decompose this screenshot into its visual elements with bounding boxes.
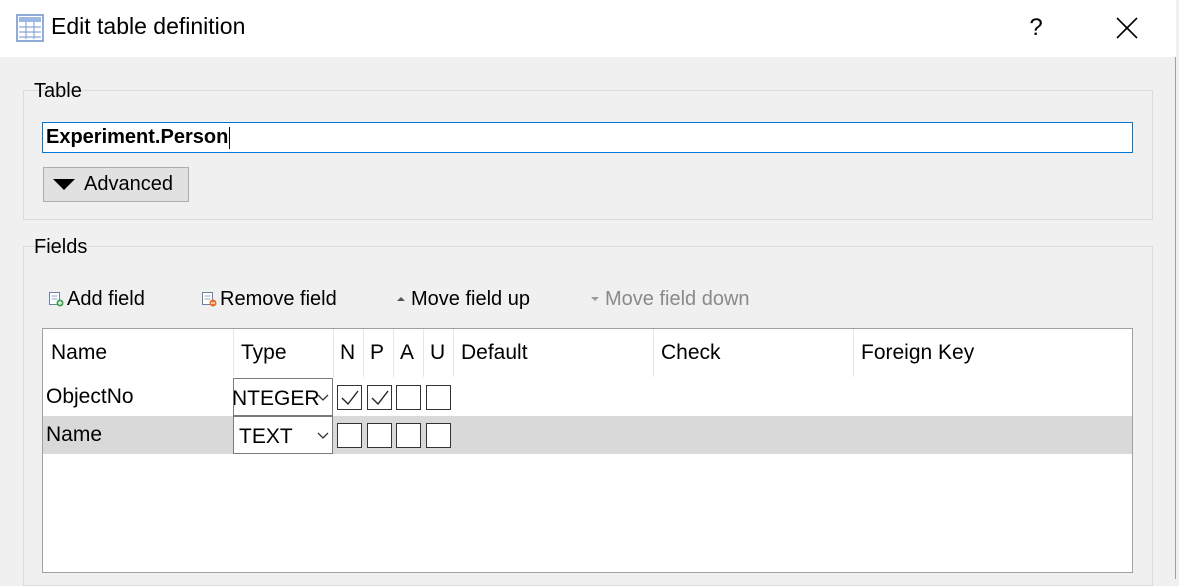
add-field-button[interactable]: Add field — [48, 286, 145, 312]
close-button[interactable] — [1100, 4, 1154, 52]
fields-group-label: Fields — [34, 236, 88, 258]
column-header-n[interactable]: N — [333, 329, 363, 377]
triangle-down-icon — [53, 179, 75, 190]
text-caret — [229, 126, 231, 149]
close-icon — [1116, 17, 1138, 39]
field-type-value: NTEGER — [233, 387, 320, 410]
column-header-default[interactable]: Default — [453, 329, 653, 377]
fields-table[interactable]: Name Type N P A U Default Check Foreign … — [42, 328, 1133, 573]
chevron-down-icon — [317, 432, 329, 439]
column-header-foreign-key[interactable]: Foreign Key — [853, 329, 1132, 377]
primary-key-checkbox[interactable] — [367, 385, 392, 410]
table-row[interactable]: ObjectNo NTEGER — [43, 378, 1132, 416]
not-null-checkbox[interactable] — [337, 385, 362, 410]
edit-table-definition-dialog: Edit table definition ? Table Experiment… — [0, 0, 1176, 586]
checkmark-icon — [341, 390, 359, 406]
add-field-label: Add field — [67, 287, 145, 310]
column-header-p[interactable]: P — [363, 329, 393, 377]
add-field-icon — [49, 292, 64, 307]
remove-field-label: Remove field — [220, 287, 337, 310]
remove-field-icon — [202, 292, 217, 307]
column-header-u[interactable]: U — [423, 329, 453, 377]
field-type-value: TEXT — [239, 425, 293, 448]
advanced-button[interactable]: Advanced — [43, 167, 189, 202]
field-type-combobox[interactable]: NTEGER — [233, 378, 333, 416]
field-type-combobox[interactable]: TEXT — [233, 416, 333, 454]
column-header-type[interactable]: Type — [233, 329, 333, 377]
autoincrement-checkbox[interactable] — [396, 423, 421, 448]
move-field-up-label: Move field up — [411, 287, 530, 310]
column-header-name[interactable]: Name — [43, 329, 233, 377]
field-name-cell[interactable]: ObjectNo — [46, 378, 134, 416]
table-name-input[interactable]: Experiment.Person — [42, 122, 1133, 153]
remove-field-button[interactable]: Remove field — [201, 286, 337, 312]
advanced-label: Advanced — [84, 173, 173, 195]
arrow-up-icon — [397, 297, 405, 301]
column-header-a[interactable]: A — [393, 329, 423, 377]
table-group-label: Table — [34, 80, 82, 102]
autoincrement-checkbox[interactable] — [396, 385, 421, 410]
chevron-down-icon — [317, 394, 329, 401]
unique-checkbox[interactable] — [426, 423, 451, 448]
arrow-down-icon — [591, 297, 599, 301]
primary-key-checkbox[interactable] — [367, 423, 392, 448]
window-title: Edit table definition — [51, 13, 246, 39]
table-name-value: Experiment.Person — [46, 126, 229, 148]
move-field-down-label: Move field down — [605, 287, 750, 310]
field-name-cell[interactable]: Name — [46, 416, 102, 454]
table-icon — [16, 14, 44, 42]
move-field-up-button[interactable]: Move field up — [394, 286, 530, 312]
title-bar: Edit table definition ? — [0, 0, 1176, 57]
table-groupbox — [23, 90, 1153, 220]
column-header-check[interactable]: Check — [653, 329, 853, 377]
not-null-checkbox[interactable] — [337, 423, 362, 448]
table-row[interactable]: Name TEXT — [43, 416, 1132, 454]
help-button[interactable]: ? — [1010, 4, 1062, 52]
move-field-down-button[interactable]: Move field down — [588, 286, 750, 312]
unique-checkbox[interactable] — [426, 385, 451, 410]
checkmark-icon — [371, 390, 389, 406]
